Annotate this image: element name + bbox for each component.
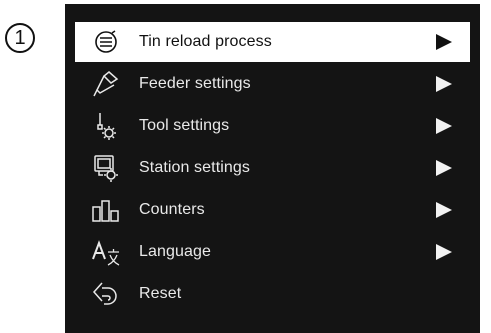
reset-icon (89, 277, 123, 311)
submenu-arrow-icon (436, 160, 452, 176)
menu-item-language[interactable]: Language (75, 232, 470, 272)
tin-reload-icon (89, 25, 123, 59)
station-settings-icon (89, 151, 123, 185)
menu-item-tool-settings[interactable]: Tool settings (75, 106, 470, 146)
menu-item-label: Language (139, 243, 211, 260)
submenu-arrow-icon (436, 76, 452, 92)
menu-panel: Tin reload process Feeder settings Tool … (65, 4, 480, 333)
tool-settings-icon (89, 109, 123, 143)
submenu-arrow-icon (436, 34, 452, 50)
menu-item-station-settings[interactable]: Station settings (75, 148, 470, 188)
language-icon (89, 235, 123, 269)
menu-item-feeder-settings[interactable]: Feeder settings (75, 64, 470, 104)
menu-item-label: Station settings (139, 159, 250, 176)
menu-item-reset[interactable]: Reset (75, 274, 470, 314)
menu-item-counters[interactable]: Counters (75, 190, 470, 230)
submenu-arrow-icon (436, 244, 452, 260)
menu-item-label: Feeder settings (139, 75, 251, 92)
counters-icon (89, 193, 123, 227)
menu-item-label: Tin reload process (139, 33, 272, 50)
submenu-arrow-icon (436, 202, 452, 218)
menu-item-label: Tool settings (139, 117, 230, 134)
menu-item-tin-reload[interactable]: Tin reload process (75, 22, 470, 62)
callout-number: 1 (5, 23, 35, 53)
feeder-icon (89, 67, 123, 101)
menu-item-label: Reset (139, 285, 182, 302)
menu-item-label: Counters (139, 201, 205, 218)
submenu-arrow-icon (436, 118, 452, 134)
